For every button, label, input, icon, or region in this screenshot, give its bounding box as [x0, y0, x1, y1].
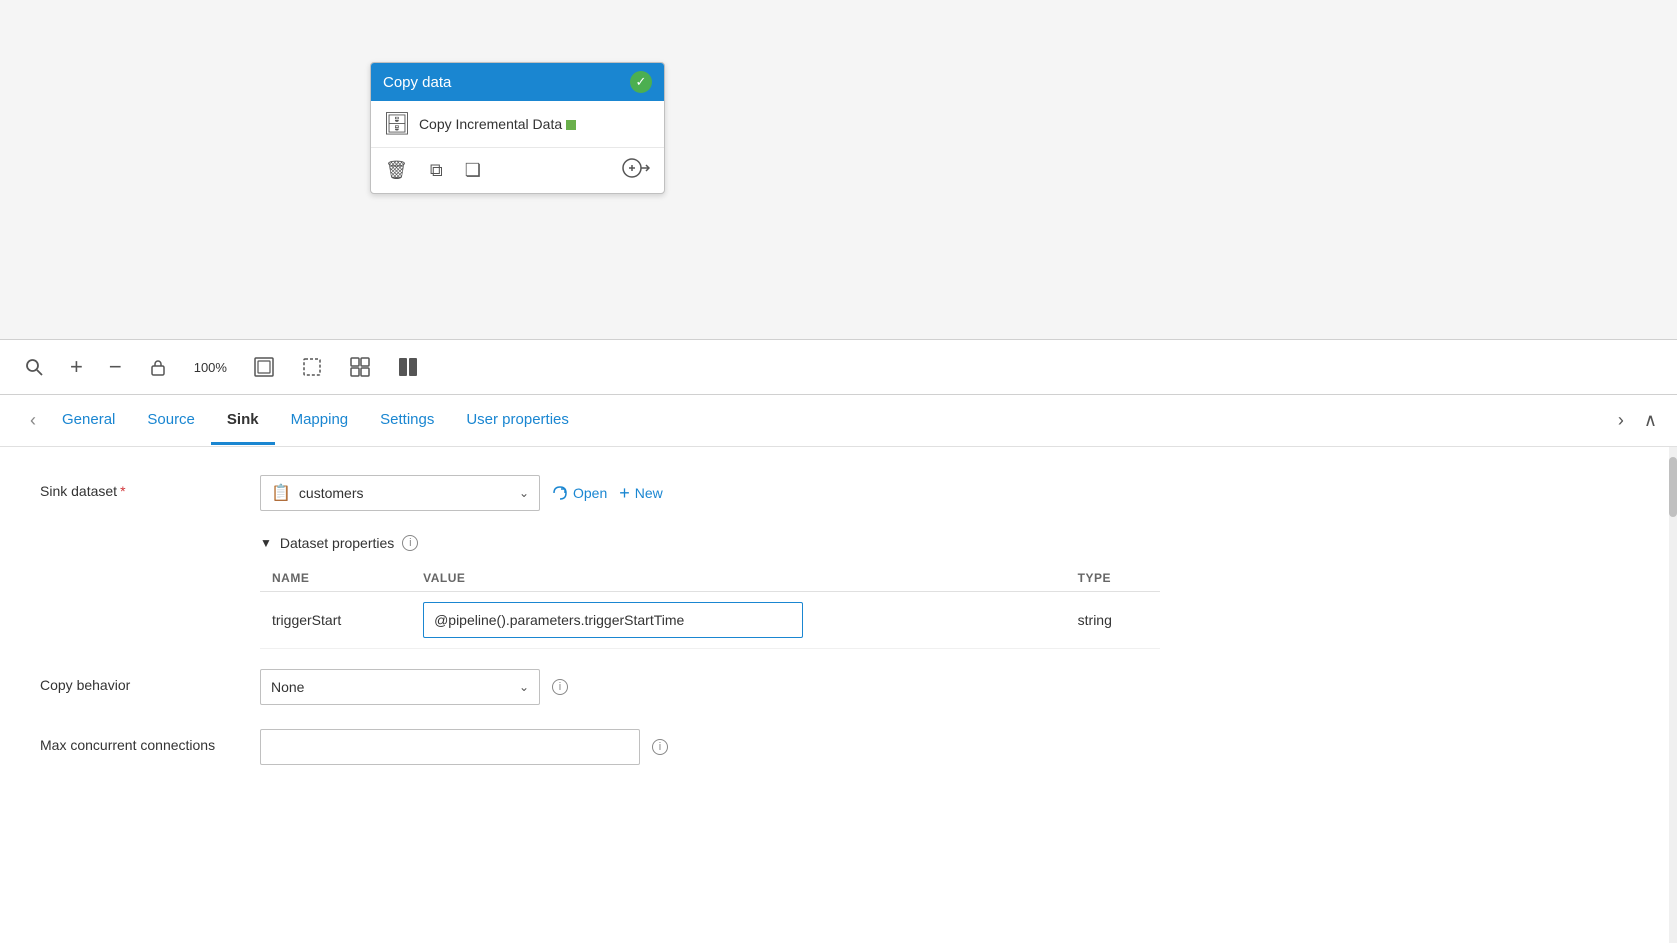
new-dataset-button[interactable]: + New [619, 483, 663, 504]
tab-back-button[interactable]: ‹ [20, 406, 46, 435]
node-body: 🗄 Copy Incremental Data [371, 101, 664, 148]
max-connections-input[interactable] [260, 729, 640, 765]
properties-panel: Sink dataset* 📋 customers ⌄ Open + New ▼ [0, 447, 1677, 943]
col-header-type: TYPE [1066, 565, 1160, 592]
dataset-properties-table: NAME VALUE TYPE triggerStart string [260, 565, 1160, 649]
copy-behavior-dropdown[interactable]: None ⌄ [260, 669, 540, 705]
scrollbar[interactable] [1669, 447, 1677, 943]
sink-dataset-label: Sink dataset* [40, 475, 240, 499]
search-button[interactable] [20, 353, 48, 381]
node-copy-button[interactable]: ❏ [463, 158, 483, 183]
sink-dataset-dropdown[interactable]: 📋 customers ⌄ [260, 475, 540, 511]
max-connections-label: Max concurrent connections [40, 729, 240, 753]
trigger-start-value-input[interactable] [423, 602, 803, 638]
dataset-properties-section: ▼ Dataset properties i NAME VALUE TYPE t… [260, 535, 1637, 649]
pipeline-node[interactable]: Copy data ✓ 🗄 Copy Incremental Data 🗑 ⧉ … [370, 62, 665, 194]
status-dot [566, 120, 576, 130]
dataset-icon: 📋 [271, 483, 291, 503]
node-label: Copy Incremental Data [419, 116, 576, 132]
dataset-properties-info-icon[interactable]: i [402, 535, 418, 551]
prop-name-cell: triggerStart [260, 592, 411, 649]
auto-layout-button[interactable] [345, 352, 375, 382]
tab-forward-button[interactable]: › [1608, 406, 1634, 435]
col-header-name: NAME [260, 565, 411, 592]
max-connections-row: Max concurrent connections i [40, 729, 1637, 765]
node-delete-button[interactable]: 🗑 [383, 158, 410, 183]
dataset-properties-header[interactable]: ▼ Dataset properties i [260, 535, 1637, 551]
fit-button[interactable] [249, 352, 279, 382]
tab-source[interactable]: Source [131, 397, 211, 445]
dataset-value: customers [299, 485, 364, 501]
sink-dataset-row: Sink dataset* 📋 customers ⌄ Open + New [40, 475, 1637, 511]
lock-button[interactable] [144, 353, 172, 381]
tab-general[interactable]: General [46, 397, 131, 445]
copy-behavior-control: None ⌄ i [260, 669, 1637, 705]
prop-value-cell[interactable] [411, 592, 1066, 649]
max-connections-info-icon[interactable]: i [652, 739, 668, 755]
tab-settings[interactable]: Settings [364, 397, 450, 445]
open-dataset-button[interactable]: Open [552, 485, 607, 501]
sink-dataset-control: 📋 customers ⌄ Open + New [260, 475, 1637, 511]
node-clone-button[interactable]: ⧉ [428, 158, 445, 183]
copy-behavior-chevron-icon: ⌄ [519, 680, 529, 694]
tabs-bar: ‹ General Source Sink Mapping Settings U… [0, 395, 1677, 447]
add-button[interactable]: + [66, 350, 87, 384]
dataset-properties-label: Dataset properties [280, 535, 394, 551]
tab-collapse-button[interactable]: ∧ [1634, 406, 1667, 435]
node-title: Copy data [383, 74, 451, 91]
scrollbar-thumb[interactable] [1669, 457, 1677, 517]
copy-behavior-info-icon[interactable]: i [552, 679, 568, 695]
prop-type-cell: string [1066, 592, 1160, 649]
tab-sink[interactable]: Sink [211, 397, 275, 445]
node-add-activity-button[interactable] [620, 156, 652, 185]
table-row: triggerStart string [260, 592, 1160, 649]
copy-behavior-row: Copy behavior None ⌄ i [40, 669, 1637, 705]
max-connections-control: i [260, 729, 1637, 765]
chevron-down-icon: ⌄ [519, 486, 529, 500]
collapse-arrow-icon: ▼ [260, 536, 272, 550]
zoom-level-button[interactable]: 100% [190, 356, 231, 379]
canvas-toolbar: + − 100% [0, 340, 1677, 395]
copy-behavior-value: None [271, 679, 304, 695]
copy-behavior-label: Copy behavior [40, 669, 240, 693]
col-header-value: VALUE [411, 565, 1066, 592]
tab-user-properties[interactable]: User properties [450, 397, 585, 445]
node-header: Copy data ✓ [371, 63, 664, 101]
select-region-button[interactable] [297, 352, 327, 382]
node-db-icon: 🗄 [383, 111, 411, 137]
node-actions: 🗑 ⧉ ❏ [371, 148, 664, 193]
canvas-area: Copy data ✓ 🗄 Copy Incremental Data 🗑 ⧉ … [0, 0, 1677, 340]
view-mode-button[interactable] [393, 352, 423, 382]
node-check-icon: ✓ [630, 71, 652, 93]
minus-button[interactable]: − [105, 350, 126, 384]
tab-mapping[interactable]: Mapping [275, 397, 365, 445]
